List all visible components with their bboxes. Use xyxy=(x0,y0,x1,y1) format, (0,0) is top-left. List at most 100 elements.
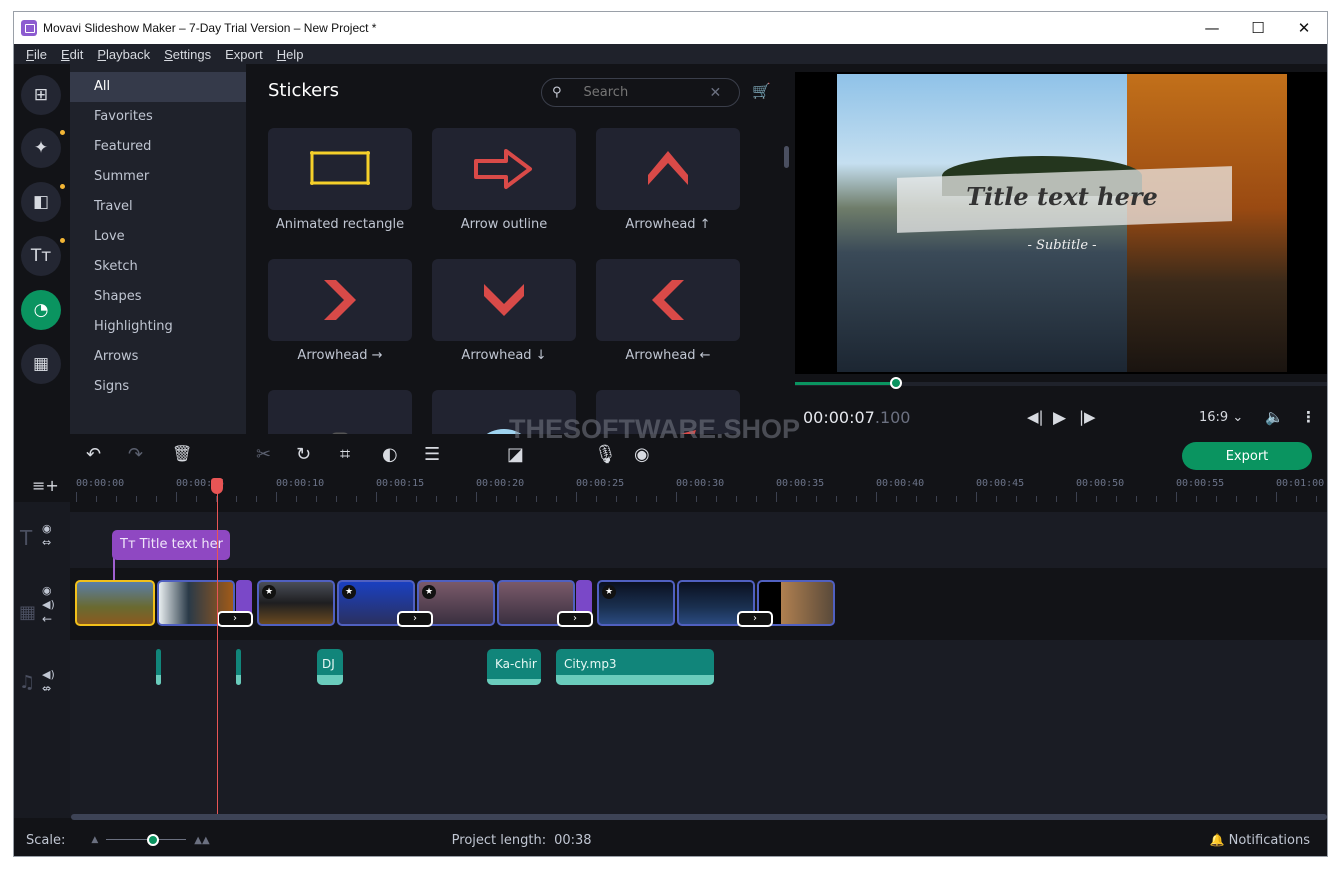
audio-clip[interactable]: Ka-chir xyxy=(487,649,541,685)
visibility-eye-icon[interactable]: ◉ xyxy=(42,584,52,597)
category-arrows[interactable]: Arrows xyxy=(70,342,246,372)
arrowhead-right-icon xyxy=(324,280,356,320)
aspect-ratio-dropdown[interactable]: 16:9 ⌄ xyxy=(1199,410,1243,425)
notifications-bell-icon: 🔔 xyxy=(1209,833,1225,847)
menu-export[interactable]: Export xyxy=(225,47,263,62)
volume-icon[interactable]: 🔈 xyxy=(1265,408,1284,426)
video-clip[interactable]: ★ xyxy=(597,580,675,626)
close-button[interactable]: ✕ xyxy=(1281,12,1327,44)
cut-icon[interactable]: ✂ xyxy=(256,444,271,465)
menu-file[interactable]: File xyxy=(26,47,47,62)
category-love[interactable]: Love xyxy=(70,222,246,252)
record-audio-icon[interactable]: 🎙 xyxy=(594,444,617,465)
zoom-in-icon[interactable]: ▲▲ xyxy=(194,835,209,846)
transition-wizard-icon[interactable]: ◪ xyxy=(507,444,524,465)
transitions-button[interactable]: ◧ xyxy=(21,182,65,222)
titles-button[interactable]: Tт xyxy=(21,236,65,276)
ruler-tick xyxy=(776,492,777,502)
window-title: Movavi Slideshow Maker – 7-Day Trial Ver… xyxy=(43,21,377,35)
add-track-icon[interactable]: ≡+ xyxy=(32,476,59,495)
sticker-label: Animated rectangle xyxy=(275,217,405,232)
timeline-scrollbar[interactable] xyxy=(71,814,1327,820)
sticker-tile[interactable] xyxy=(268,390,412,434)
store-cart-icon[interactable]: 🛒 xyxy=(752,82,771,100)
color-adjust-icon[interactable]: ◐ xyxy=(382,444,398,465)
link-icon[interactable]: ⇔ xyxy=(42,536,51,549)
ruler-tick-label: 00:00:40 xyxy=(876,478,925,489)
sticker-tile[interactable] xyxy=(432,259,576,341)
sticker-tile[interactable] xyxy=(432,128,576,210)
webcam-icon[interactable]: ◉ xyxy=(634,444,650,465)
redo-icon[interactable]: ↷ xyxy=(128,444,143,465)
undo-icon[interactable]: ↶ xyxy=(86,444,101,465)
crop-icon[interactable]: ⌗ xyxy=(340,444,350,465)
menu-edit[interactable]: Edit xyxy=(61,47,83,62)
stickers-button[interactable]: ◔ xyxy=(21,290,61,330)
import-files-button[interactable]: ⊞ xyxy=(21,75,61,115)
seek-handle[interactable] xyxy=(890,377,903,389)
playhead-line xyxy=(217,488,218,818)
video-clip[interactable]: ★ xyxy=(257,580,335,626)
video-clip[interactable] xyxy=(75,580,155,626)
minimize-button[interactable]: — xyxy=(1189,12,1235,44)
arrowhead-up-icon xyxy=(648,151,688,185)
zoom-out-icon[interactable]: ▲ xyxy=(91,835,98,845)
playhead-handle[interactable] xyxy=(211,478,223,494)
clear-search-icon[interactable]: ✕ xyxy=(710,85,722,101)
mute-speaker-icon[interactable]: ◀) xyxy=(42,668,55,681)
category-featured[interactable]: Featured xyxy=(70,132,246,162)
sticker-tile[interactable] xyxy=(268,128,412,210)
category-travel[interactable]: Travel xyxy=(70,192,246,222)
visibility-eye-icon[interactable]: ◉ xyxy=(42,522,52,535)
category-signs[interactable]: Signs xyxy=(70,372,246,402)
panel-scrollbar[interactable] xyxy=(784,146,789,168)
transition-icon[interactable]: › xyxy=(217,611,253,627)
play-button[interactable]: ▶ xyxy=(1053,408,1066,428)
maximize-button[interactable]: ☐ xyxy=(1235,12,1281,44)
search-box[interactable]: ⚲ ✕ xyxy=(541,78,740,107)
audio-clip[interactable]: DJ xyxy=(317,649,343,685)
category-shapes[interactable]: Shapes xyxy=(70,282,246,312)
animated-rectangle-icon xyxy=(310,151,370,185)
new-indicator-dot xyxy=(60,184,65,189)
search-icon: ⚲ xyxy=(552,85,562,100)
menu-playback[interactable]: Playback xyxy=(97,47,150,62)
audio-clip[interactable] xyxy=(156,649,161,685)
menu-help[interactable]: Help xyxy=(277,47,304,62)
ruler-tick xyxy=(676,492,677,502)
category-sketch[interactable]: Sketch xyxy=(70,252,246,282)
scale-slider-handle[interactable] xyxy=(147,834,160,846)
next-frame-button[interactable]: |▶ xyxy=(1079,408,1096,426)
export-button[interactable]: Export xyxy=(1182,442,1312,470)
sticker-tile[interactable] xyxy=(268,259,412,341)
audio-clip[interactable] xyxy=(236,649,241,685)
star-icon: ★ xyxy=(342,585,356,599)
category-all[interactable]: All xyxy=(70,72,246,102)
rotate-icon[interactable]: ↻ xyxy=(296,444,311,465)
notifications-button[interactable]: Notifications xyxy=(1229,833,1310,848)
magic-wand-button[interactable]: ✦ xyxy=(21,128,65,168)
menu-settings[interactable]: Settings xyxy=(164,47,211,62)
back-arrow-icon[interactable]: ← xyxy=(42,612,52,626)
more-options-icon[interactable]: ⋮ xyxy=(1301,408,1316,426)
title-clip[interactable]: Tт Title text her xyxy=(112,530,230,560)
ruler-tick xyxy=(1076,492,1077,502)
category-favorites[interactable]: Favorites xyxy=(70,102,246,132)
transition-icon[interactable]: › xyxy=(557,611,593,627)
scale-slider[interactable] xyxy=(106,834,187,846)
transition-icon[interactable]: › xyxy=(737,611,773,627)
more-tools-button[interactable]: ▦ xyxy=(21,344,61,384)
sticker-tile[interactable] xyxy=(596,128,740,210)
unlink-icon[interactable]: ⇎ xyxy=(42,682,51,695)
star-icon: ★ xyxy=(602,585,616,599)
category-summer[interactable]: Summer xyxy=(70,162,246,192)
search-input[interactable] xyxy=(583,85,704,100)
category-highlighting[interactable]: Highlighting xyxy=(70,312,246,342)
mute-speaker-icon[interactable]: ◀) xyxy=(42,598,55,611)
transition-icon[interactable]: › xyxy=(397,611,433,627)
delete-icon[interactable]: 🗑 xyxy=(172,444,192,463)
audio-clip[interactable]: City.mp3 xyxy=(556,649,714,685)
previous-frame-button[interactable]: ◀| xyxy=(1027,408,1044,426)
clip-properties-icon[interactable]: ☰ xyxy=(424,444,440,465)
sticker-tile[interactable] xyxy=(596,259,740,341)
